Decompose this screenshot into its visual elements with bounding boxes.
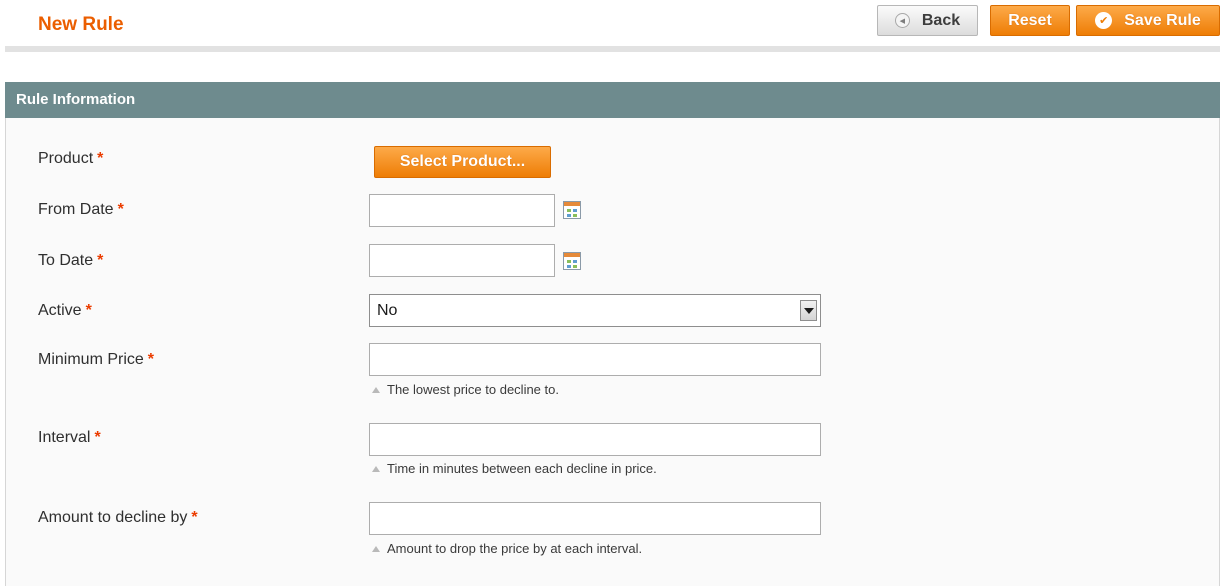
required-marker: * [117, 201, 124, 218]
interval-note-text: Time in minutes between each decline in … [387, 461, 657, 476]
active-label-text: Active [38, 302, 82, 319]
product-label-text: Product [38, 150, 94, 167]
save-rule-button-label: Save Rule [1124, 11, 1201, 29]
rule-information-header: Rule Information [5, 82, 1220, 118]
required-marker: * [85, 302, 92, 319]
amount-label: Amount to decline by * [38, 509, 198, 527]
to-date-label-text: To Date [38, 252, 94, 269]
minimum-price-label-text: Minimum Price [38, 351, 144, 368]
minimum-price-note: The lowest price to decline to. [372, 382, 559, 397]
to-date-label: To Date * [38, 252, 103, 270]
required-marker: * [97, 150, 104, 167]
calendar-icon[interactable] [563, 252, 581, 270]
amount-input[interactable] [369, 502, 821, 535]
to-date-input[interactable] [369, 244, 555, 277]
calendar-icon[interactable] [563, 201, 581, 219]
interval-label: Interval * [38, 429, 101, 447]
interval-input[interactable] [369, 423, 821, 456]
minimum-price-note-text: The lowest price to decline to. [387, 382, 559, 397]
back-button-label: Back [921, 11, 961, 29]
dropdown-arrow-icon[interactable] [800, 300, 817, 321]
minimum-price-input[interactable] [369, 343, 821, 376]
page-title: New Rule [38, 14, 124, 35]
active-select-value: No [377, 302, 398, 319]
amount-label-text: Amount to decline by [38, 509, 188, 526]
required-marker: * [94, 429, 101, 446]
reset-button[interactable]: Reset [990, 5, 1070, 36]
required-marker: * [191, 509, 198, 526]
required-marker: * [147, 351, 155, 368]
interval-note: Time in minutes between each decline in … [372, 461, 657, 476]
required-marker: * [97, 252, 104, 269]
note-triangle-icon [372, 465, 380, 472]
note-triangle-icon [372, 386, 380, 393]
back-circle-icon: ◀ [894, 13, 910, 28]
amount-note: Amount to drop the price by at each inte… [372, 541, 642, 556]
active-label: Active * [38, 302, 92, 320]
active-select[interactable]: No [369, 294, 821, 327]
minimum-price-label: Minimum Price * [38, 351, 154, 369]
select-product-button[interactable]: Select Product... [374, 146, 551, 178]
header-divider [5, 46, 1220, 52]
interval-label-text: Interval [38, 429, 91, 446]
from-date-label-text: From Date [38, 201, 114, 218]
from-date-input[interactable] [369, 194, 555, 227]
product-label: Product * [38, 150, 103, 168]
save-rule-button[interactable]: ✔ Save Rule [1076, 5, 1220, 36]
from-date-label: From Date * [38, 201, 124, 219]
reset-button-label: Reset [1008, 11, 1052, 29]
back-button[interactable]: ◀ Back [877, 5, 978, 36]
checkmark-icon: ✔ [1095, 12, 1113, 29]
amount-note-text: Amount to drop the price by at each inte… [387, 541, 643, 556]
note-triangle-icon [372, 545, 380, 552]
